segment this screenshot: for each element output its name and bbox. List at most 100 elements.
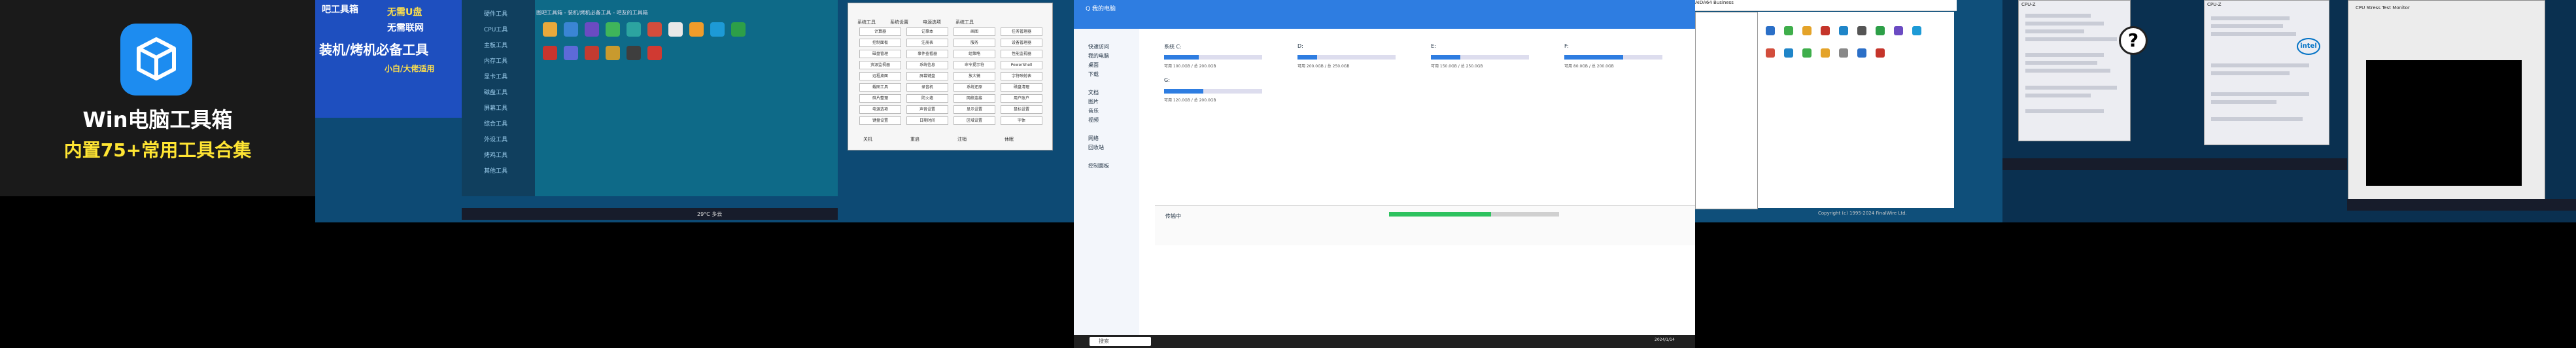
sleep-button[interactable]: 休眠	[1005, 136, 1014, 143]
nav-item[interactable]: 快速访问	[1088, 43, 1109, 50]
nav-item[interactable]: 回收站	[1088, 144, 1104, 151]
aida-tree[interactable]	[1695, 12, 1758, 209]
aida-icon[interactable]	[1766, 48, 1775, 58]
nav-item[interactable]: 视频	[1088, 116, 1099, 124]
aida-icon[interactable]	[1784, 48, 1793, 58]
dialog-tool-button[interactable]: 屏幕键盘	[906, 72, 948, 80]
dialog-tool-button[interactable]: 鼠标设置	[1001, 105, 1042, 114]
dialog-tool-button[interactable]: 事件查看器	[906, 50, 948, 58]
tool-icon[interactable]	[731, 22, 746, 37]
nav-item[interactable]: 控制面板	[1088, 162, 1109, 169]
tool-icon[interactable]	[564, 46, 578, 60]
nav-item[interactable]: 音乐	[1088, 107, 1099, 114]
drive-tile[interactable]: D: 可用 200.0GB / 总 250.0GB	[1288, 43, 1400, 82]
dialog-tab[interactable]: 系统工具	[955, 19, 974, 26]
aida-icon[interactable]	[1857, 26, 1866, 35]
dialog-tool-button[interactable]: 资源监视器	[859, 61, 901, 69]
dialog-tab[interactable]: 系统设置	[890, 19, 908, 26]
dialog-tool-button[interactable]: PowerShell	[1001, 61, 1042, 69]
nav-item[interactable]: 我的电脑	[1088, 52, 1109, 60]
sidebar-item[interactable]: 磁盘工具	[484, 88, 507, 96]
sidebar-item[interactable]: 内存工具	[484, 56, 507, 65]
aida-icon[interactable]	[1802, 26, 1812, 35]
dialog-tool-button[interactable]: 显示设置	[953, 105, 995, 114]
tool-icon[interactable]	[543, 46, 557, 60]
dialog-tool-button[interactable]: 电源选项	[859, 105, 901, 114]
aida-icon[interactable]	[1876, 26, 1885, 35]
tool-icon[interactable]	[627, 22, 641, 37]
dialog-tool-button[interactable]: 声音设置	[906, 105, 948, 114]
dialog-tool-button[interactable]: 注册表	[906, 39, 948, 47]
dialog-tool-button[interactable]: 区域设置	[953, 116, 995, 125]
dialog-tool-button[interactable]: 碎片整理	[859, 94, 901, 103]
aida-icon[interactable]	[1894, 26, 1903, 35]
tool-icon[interactable]	[647, 22, 662, 37]
drive-tile[interactable]: E: 可用 150.0GB / 总 250.0GB	[1422, 43, 1533, 82]
sidebar-item[interactable]: 外设工具	[484, 135, 507, 143]
sidebar-item[interactable]: 硬件工具	[484, 9, 507, 18]
dialog-tool-button[interactable]: 磁盘清理	[1001, 83, 1042, 92]
sidebar-item[interactable]: 显卡工具	[484, 72, 507, 80]
sidebar-item[interactable]: 烤鸡工具	[484, 150, 507, 159]
dialog-tool-button[interactable]: 命令提示符	[953, 61, 995, 69]
nav-item[interactable]: 文档	[1088, 89, 1099, 96]
dialog-tool-button[interactable]: 任务管理器	[1001, 27, 1042, 36]
dialog-tool-button[interactable]: 磁盘管理	[859, 50, 901, 58]
nav-item[interactable]: 图片	[1088, 98, 1099, 105]
tool-icon[interactable]	[564, 22, 578, 37]
dialog-tool-button[interactable]: 控制面板	[859, 39, 901, 47]
sidebar-item[interactable]: 主板工具	[484, 41, 507, 49]
tool-icon[interactable]	[668, 22, 683, 37]
aida-icon[interactable]	[1912, 26, 1921, 35]
tool-icon[interactable]	[627, 46, 641, 60]
drive-tile[interactable]: G: 可用 120.0GB / 总 200.0GB	[1155, 77, 1266, 116]
sidebar-item[interactable]: CPU工具	[484, 25, 507, 33]
dialog-tool-button[interactable]: 性能监视器	[1001, 50, 1042, 58]
tool-icon[interactable]	[585, 22, 599, 37]
dialog-tool-button[interactable]: 字体	[1001, 116, 1042, 125]
aida-icon[interactable]	[1839, 48, 1848, 58]
tool-icon[interactable]	[585, 46, 599, 60]
dialog-tool-button[interactable]: 截图工具	[859, 83, 901, 92]
sidebar-item[interactable]: 屏幕工具	[484, 103, 507, 112]
nav-item[interactable]: 下载	[1088, 71, 1099, 78]
aida-icon[interactable]	[1821, 48, 1830, 58]
aida-icon[interactable]	[1802, 48, 1812, 58]
search-input[interactable]: 搜索	[1090, 337, 1151, 346]
tool-icon[interactable]	[647, 46, 662, 60]
shutdown-button[interactable]: 关机	[863, 136, 872, 143]
dialog-tool-button[interactable]: 防火墙	[906, 94, 948, 103]
aida-icon[interactable]	[1821, 26, 1830, 35]
aida-icon[interactable]	[1839, 26, 1848, 35]
aida-icon[interactable]	[1857, 48, 1866, 58]
sidebar-item[interactable]: 综合工具	[484, 119, 507, 128]
nav-item[interactable]: 网络	[1088, 135, 1099, 142]
tool-icon[interactable]	[689, 22, 704, 37]
dialog-tool-button[interactable]: 网络连接	[953, 94, 995, 103]
dialog-tool-button[interactable]: 组策略	[953, 50, 995, 58]
dialog-tab[interactable]: 电源选项	[923, 19, 941, 26]
dialog-tool-button[interactable]: 服务	[953, 39, 995, 47]
dialog-tool-button[interactable]: 系统还原	[953, 83, 995, 92]
dialog-tool-button[interactable]: 计算器	[859, 27, 901, 36]
drive-tile[interactable]: F: 可用 80.0GB / 总 200.0GB	[1555, 43, 1666, 82]
tool-icon[interactable]	[606, 46, 620, 60]
dialog-tool-button[interactable]: 记事本	[906, 27, 948, 36]
dialog-tool-button[interactable]: 字符映射表	[1001, 72, 1042, 80]
dialog-tool-button[interactable]: 键盘设置	[859, 116, 901, 125]
dialog-tab[interactable]: 系统工具	[857, 19, 876, 26]
help-icon[interactable]: ?	[2119, 26, 2148, 55]
tool-icon[interactable]	[710, 22, 725, 37]
aida-icon[interactable]	[1876, 48, 1885, 58]
dialog-tool-button[interactable]: 日期时间	[906, 116, 948, 125]
logoff-button[interactable]: 注销	[957, 136, 967, 143]
sidebar-item[interactable]: 其他工具	[484, 166, 507, 175]
dialog-tool-button[interactable]: 放大镜	[953, 72, 995, 80]
drive-tile[interactable]: 系统 C: 可用 100.0GB / 总 200.0GB	[1155, 43, 1266, 82]
aida-icon[interactable]	[1766, 26, 1775, 35]
dialog-tool-button[interactable]: 系统信息	[906, 61, 948, 69]
tool-icon[interactable]	[543, 22, 557, 37]
dialog-tool-button[interactable]: 录音机	[906, 83, 948, 92]
dialog-tool-button[interactable]: 用户账户	[1001, 94, 1042, 103]
dialog-tool-button[interactable]: 设备管理器	[1001, 39, 1042, 47]
